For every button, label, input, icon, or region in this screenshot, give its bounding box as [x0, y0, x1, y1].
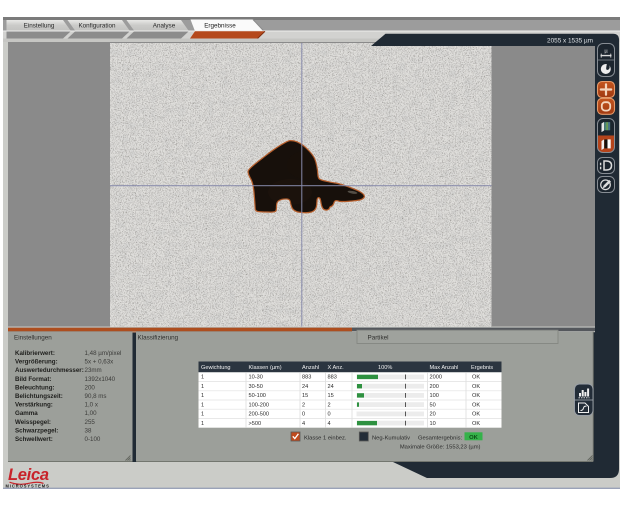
svg-text:OK: OK — [472, 375, 480, 381]
svg-text:1,0 x: 1,0 x — [85, 402, 99, 409]
svg-text:2000: 2000 — [430, 375, 442, 381]
svg-text:0: 0 — [328, 412, 331, 418]
svg-text:15: 15 — [328, 393, 334, 399]
svg-text:Schwellwert:: Schwellwert: — [15, 436, 53, 443]
svg-text:Einstellung: Einstellung — [24, 22, 55, 29]
svg-text:20: 20 — [430, 412, 436, 418]
svg-text:Leica: Leica — [8, 466, 49, 484]
svg-text:4: 4 — [328, 421, 331, 427]
svg-text:OK: OK — [472, 393, 480, 399]
svg-text:1,48 µm/pixel: 1,48 µm/pixel — [85, 350, 122, 357]
svg-text:OK: OK — [472, 412, 480, 418]
svg-text:1: 1 — [201, 412, 204, 418]
svg-text:200: 200 — [430, 384, 439, 390]
svg-text:24: 24 — [328, 384, 334, 390]
svg-text:30-50: 30-50 — [249, 384, 263, 390]
svg-text:OK: OK — [469, 435, 479, 441]
svg-text:1: 1 — [201, 384, 204, 390]
svg-text:Beleuchtung:: Beleuchtung: — [15, 384, 55, 391]
svg-text:255: 255 — [85, 419, 96, 426]
svg-text:1: 1 — [201, 375, 204, 381]
svg-text:200: 200 — [85, 384, 96, 391]
svg-text:1392x1040: 1392x1040 — [85, 376, 116, 383]
svg-text:Auswertedurchmesser:: Auswertedurchmesser: — [15, 367, 84, 374]
svg-text:Klasse 1 einbez.: Klasse 1 einbez. — [304, 435, 347, 441]
svg-text:Anzahl: Anzahl — [302, 365, 319, 371]
svg-text:23mm: 23mm — [85, 367, 102, 374]
svg-text:1,00: 1,00 — [85, 410, 98, 417]
svg-text:OK: OK — [472, 402, 480, 408]
svg-text:Gesamtergebnis:: Gesamtergebnis: — [418, 435, 463, 441]
svg-text:1: 1 — [201, 421, 204, 427]
svg-text:OK: OK — [472, 384, 480, 390]
svg-text:Belichtungszeit:: Belichtungszeit: — [15, 393, 63, 400]
svg-text:90,8 ms: 90,8 ms — [85, 393, 107, 400]
svg-text:1: 1 — [201, 402, 204, 408]
svg-text:Ergebnisse: Ergebnisse — [204, 22, 236, 29]
svg-text:Verstärkung:: Verstärkung: — [15, 402, 53, 409]
svg-text:24: 24 — [302, 384, 308, 390]
svg-text:0-100: 0-100 — [85, 436, 101, 443]
svg-text:>500: >500 — [249, 421, 262, 427]
svg-text:100: 100 — [430, 393, 439, 399]
svg-text:50: 50 — [430, 402, 436, 408]
svg-text:100-200: 100-200 — [249, 402, 270, 408]
svg-text:Klassifizierung: Klassifizierung — [138, 335, 179, 342]
svg-text:38: 38 — [85, 427, 92, 434]
svg-text:Kalibrierwert:: Kalibrierwert: — [15, 350, 55, 357]
svg-text:Gamma: Gamma — [15, 410, 38, 417]
svg-text:Maximale Größe: 1553,23 (µm): Maximale Größe: 1553,23 (µm) — [400, 445, 481, 451]
svg-text:Gewichtung: Gewichtung — [201, 365, 231, 371]
svg-text:Partikel: Partikel — [368, 335, 389, 342]
svg-text:Neg-Kumulativ: Neg-Kumulativ — [372, 435, 410, 441]
svg-text:100%: 100% — [378, 365, 392, 371]
svg-text:Einstellungen: Einstellungen — [14, 335, 52, 342]
svg-text:2055 x 1535 µm: 2055 x 1535 µm — [547, 38, 593, 45]
svg-text:15: 15 — [302, 393, 308, 399]
svg-text:Analyse: Analyse — [153, 22, 176, 29]
svg-text:0: 0 — [302, 412, 305, 418]
svg-text:Ergebnis: Ergebnis — [471, 365, 493, 371]
svg-text:Max Anzahl: Max Anzahl — [430, 365, 459, 371]
svg-text:1: 1 — [201, 393, 204, 399]
svg-text:MICROSYSTEMS: MICROSYSTEMS — [6, 484, 50, 489]
svg-text:X Anz.: X Anz. — [328, 365, 345, 371]
svg-text:50-100: 50-100 — [249, 393, 266, 399]
svg-text:5x + 0,63x: 5x + 0,63x — [85, 359, 115, 366]
svg-text:Vergrößerung:: Vergrößerung: — [15, 359, 58, 366]
svg-text:Schwarzpegel:: Schwarzpegel: — [15, 427, 58, 434]
svg-text:2: 2 — [328, 402, 331, 408]
svg-text:Konfiguration: Konfiguration — [78, 22, 116, 29]
svg-text:Weisspegel:: Weisspegel: — [15, 419, 51, 426]
svg-text:OK: OK — [472, 421, 480, 427]
svg-text:200-500: 200-500 — [249, 412, 270, 418]
svg-text:4: 4 — [302, 421, 305, 427]
svg-text:Bild Format:: Bild Format: — [15, 376, 51, 383]
svg-text:883: 883 — [302, 375, 311, 381]
svg-text:10-30: 10-30 — [249, 375, 263, 381]
svg-text:10: 10 — [430, 421, 436, 427]
svg-text:883: 883 — [328, 375, 337, 381]
svg-text:2: 2 — [302, 402, 305, 408]
svg-text:Klassen (µm): Klassen (µm) — [249, 365, 282, 371]
